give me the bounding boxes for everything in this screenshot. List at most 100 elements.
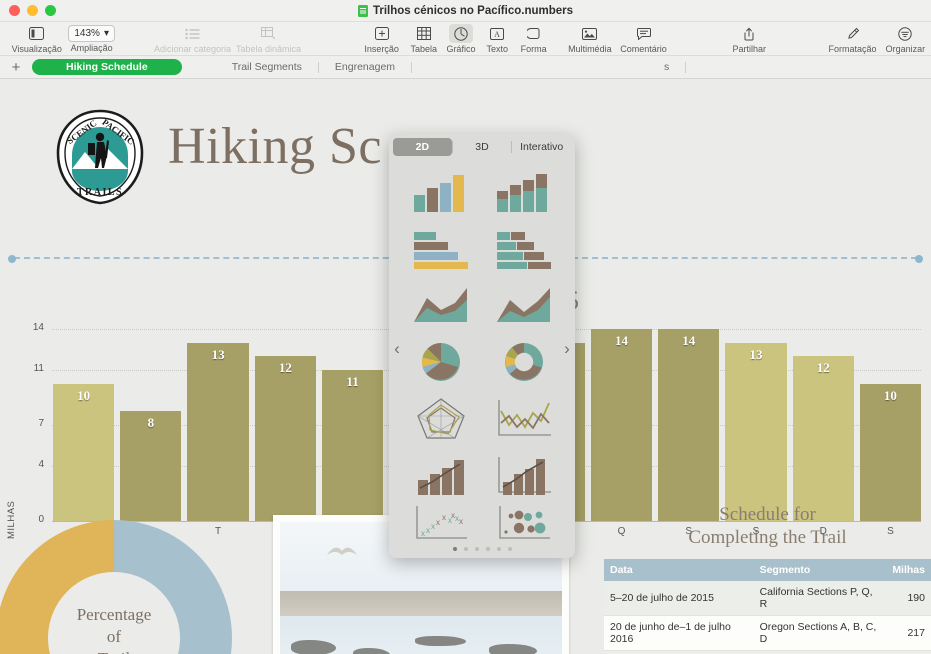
table-cell[interactable]: Oregon Sections A, B, C, D	[754, 616, 887, 651]
popover-prev-page-arrow[interactable]: ‹	[390, 339, 404, 359]
text-box-icon: A	[485, 24, 509, 43]
chart-type-radar-chart[interactable]	[399, 390, 482, 447]
toolbar-chart-button[interactable]: Gráfico	[442, 22, 480, 54]
chart-type-stacked-column-chart[interactable]	[482, 164, 565, 221]
toolbar-table-button[interactable]: Tabela	[406, 22, 442, 54]
toolbar-format-label: Formatação	[829, 44, 877, 54]
toolbar-insert-button[interactable]: Inserção	[358, 22, 406, 54]
chart-icon	[449, 24, 473, 43]
popover-next-page-arrow[interactable]: ›	[560, 339, 574, 359]
popover-page-dot[interactable]	[497, 547, 501, 551]
column-header-data[interactable]: Data	[604, 559, 754, 581]
svg-text:x: x	[459, 517, 463, 526]
chart-bar-column[interactable]: 13	[725, 329, 786, 521]
chart-bar[interactable]: 12	[255, 356, 316, 521]
chart-bar-column[interactable]: 8	[120, 329, 181, 521]
toolbar-share-button[interactable]: Partilhar	[724, 22, 774, 54]
chart-bar-column[interactable]: 10	[860, 329, 921, 521]
column-header-milhas[interactable]: Milhas	[886, 559, 931, 581]
chart-type-bubble-chart[interactable]	[482, 503, 565, 543]
chart-bar[interactable]: 13	[725, 343, 786, 521]
toolbar-zoom-stepper[interactable]: 143% ▾ Ampliação	[62, 22, 121, 53]
popover-tab-2d[interactable]: 2D	[393, 138, 452, 156]
popover-tab-3d[interactable]: 3D	[453, 138, 512, 156]
chart-bar-column[interactable]: 14	[591, 329, 652, 521]
table-cell[interactable]: 5–20 de julho de 2015	[604, 581, 754, 616]
chart-bar-value-label: 14	[591, 333, 652, 349]
chart-bar-column[interactable]: 14	[658, 329, 719, 521]
table-cell[interactable]: 20 de junho de–1 de julho 2016	[604, 616, 754, 651]
sheet-canvas[interactable]: SCENIC PACIFIC TRAILS Hiking Sc 5 MILHAS…	[0, 79, 931, 654]
popover-page-dot[interactable]	[464, 547, 468, 551]
toolbar-add-category-button[interactable]: Adicionar categoria	[153, 22, 232, 54]
chart-type-line-chart[interactable]	[482, 390, 565, 447]
chart-type-stacked-area-chart[interactable]	[482, 277, 565, 334]
popover-tab-group[interactable]: 2D 3D Interativo	[393, 138, 571, 156]
toolbar-view-button[interactable]: Visualização	[12, 22, 62, 54]
chart-bar[interactable]: 10	[860, 384, 921, 521]
chart-bar[interactable]: 14	[591, 329, 652, 521]
sheet-tab-partial[interactable]: s	[648, 59, 685, 75]
chart-type-pie-chart[interactable]	[399, 334, 482, 391]
chart-type-bar-chart[interactable]	[399, 221, 482, 278]
toolbar-media-button[interactable]: Multimédia	[564, 22, 615, 54]
chart-type-area-chart[interactable]	[399, 277, 482, 334]
toolbar-insert-label: Inserção	[364, 44, 399, 54]
popover-page-dot[interactable]	[475, 547, 479, 551]
chart-bar-value-label: 8	[120, 415, 181, 431]
popover-page-dots[interactable]	[389, 543, 575, 558]
chart-bar-column[interactable]: 13	[187, 329, 248, 521]
chart-type-scatter-chart[interactable]: xxxxxxxxx	[399, 503, 482, 543]
toolbar-format-button[interactable]: Formatação	[825, 22, 880, 54]
chart-bar-column[interactable]: 10	[53, 329, 114, 521]
chart-bar-column[interactable]: 12	[255, 329, 316, 521]
chart-type-stacked-column-line-chart[interactable]	[482, 447, 565, 504]
toolbar-add-category-label: Adicionar categoria	[154, 44, 231, 54]
toolbar-organize-button[interactable]: Organizar	[880, 22, 931, 54]
chart-bar-column[interactable]: 12	[793, 329, 854, 521]
chart-bar[interactable]: 13	[187, 343, 248, 521]
toolbar-shape-button[interactable]: Forma	[515, 22, 553, 54]
popover-page-dot[interactable]	[508, 547, 512, 551]
table-cell[interactable]: 217	[886, 616, 931, 651]
category-list-icon	[180, 24, 204, 43]
chart-bar-column[interactable]: 11	[322, 329, 383, 521]
svg-text:x: x	[442, 513, 446, 522]
table-row[interactable]: 5–20 de julho de 2015California Sections…	[604, 581, 931, 616]
percentage-of-trail-donut-chart[interactable]: Percentage of Trail	[0, 514, 238, 654]
chart-type-stacked-bar-chart[interactable]	[482, 221, 565, 278]
chart-bar[interactable]: 14	[658, 329, 719, 521]
schedule-table-block[interactable]: Schedule for Completing the Trail Data S…	[604, 503, 931, 654]
seagull-icon	[326, 544, 358, 560]
svg-text:x: x	[451, 511, 455, 520]
chart-type-popover[interactable]: 2D 3D Interativo	[389, 134, 575, 558]
popover-page-dot[interactable]	[486, 547, 490, 551]
insert-icon	[370, 24, 394, 43]
chart-bar[interactable]: 11	[322, 370, 383, 521]
chart-bar[interactable]: 12	[793, 356, 854, 521]
popover-page-dot[interactable]	[453, 547, 457, 551]
zoom-level-stepper[interactable]: 143% ▾	[68, 25, 115, 42]
shape-icon	[522, 24, 546, 43]
table-row[interactable]: 20 de junho de–1 de julho 2016Oregon Sec…	[604, 616, 931, 651]
add-sheet-button[interactable]: +	[0, 59, 32, 76]
chart-bar[interactable]: 10	[53, 384, 114, 521]
sheet-tab-hiking-schedule[interactable]: Hiking Schedule	[32, 59, 182, 75]
toolbar-text-button[interactable]: A Texto	[480, 22, 515, 54]
table-cell[interactable]: California Sections P, Q, R	[754, 581, 887, 616]
toolbar-comment-button[interactable]: Comentário	[615, 22, 671, 54]
chart-type-column-chart[interactable]	[399, 164, 482, 221]
toolbar-pivot-table-button[interactable]: Tabela dinâmica	[232, 22, 305, 54]
sheet-tab-trail-segments[interactable]: Trail Segments	[216, 59, 318, 75]
schedule-table[interactable]: Data Segmento Milhas 5–20 de julho de 20…	[604, 559, 931, 654]
chart-bar[interactable]: 8	[120, 411, 181, 521]
column-header-segmento[interactable]: Segmento	[754, 559, 887, 581]
sheet-tab-engrenagem[interactable]: Engrenagem	[319, 59, 411, 75]
chart-type-grid[interactable]: xxxxxxxxx	[389, 160, 575, 543]
chart-type-column-line-chart[interactable]	[399, 447, 482, 504]
popover-tab-interativo[interactable]: Interativo	[512, 138, 571, 156]
schedule-table-body[interactable]: 5–20 de julho de 2015California Sections…	[604, 581, 931, 654]
table-cell[interactable]: 190	[886, 581, 931, 616]
document-title-text: Trilhos cénicos no Pacífico.numbers	[373, 5, 573, 17]
chart-type-donut-chart[interactable]	[482, 334, 565, 391]
